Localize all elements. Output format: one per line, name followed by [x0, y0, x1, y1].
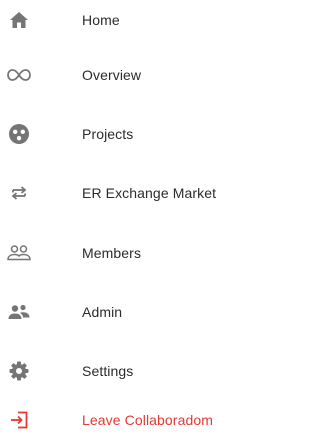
nav-item-overview[interactable]: Overview — [0, 55, 244, 95]
sidebar-nav: Home Overview Projects ER Exchange Marke… — [0, 0, 244, 443]
nav-label-projects: Projects — [82, 126, 134, 142]
infinity-icon — [7, 63, 31, 87]
nav-label-members: Members — [82, 245, 142, 261]
nav-label-settings: Settings — [82, 363, 134, 379]
nav-label-leave-collaboradom: Leave Collaboradom — [82, 412, 213, 428]
projects-icon — [7, 122, 31, 146]
nav-label-er-exchange-market: ER Exchange Market — [82, 185, 217, 201]
nav-item-members[interactable]: Members — [0, 233, 244, 273]
nav-item-admin[interactable]: Admin — [0, 292, 244, 332]
nav-item-er-exchange-market[interactable]: ER Exchange Market — [0, 173, 244, 213]
swap-arrows-icon — [7, 181, 31, 205]
nav-item-settings[interactable]: Settings — [0, 351, 244, 391]
gear-icon — [7, 359, 31, 383]
nav-label-overview: Overview — [82, 67, 142, 83]
nav-item-home[interactable]: Home — [0, 0, 244, 40]
nav-item-leave-collaboradom[interactable]: Leave Collaboradom — [0, 400, 244, 440]
home-icon — [7, 8, 31, 32]
exit-icon — [7, 408, 31, 432]
admin-icon — [7, 300, 31, 324]
nav-item-projects[interactable]: Projects — [0, 114, 244, 154]
nav-label-home: Home — [82, 12, 120, 28]
nav-label-admin: Admin — [82, 304, 123, 320]
members-icon — [7, 241, 31, 265]
